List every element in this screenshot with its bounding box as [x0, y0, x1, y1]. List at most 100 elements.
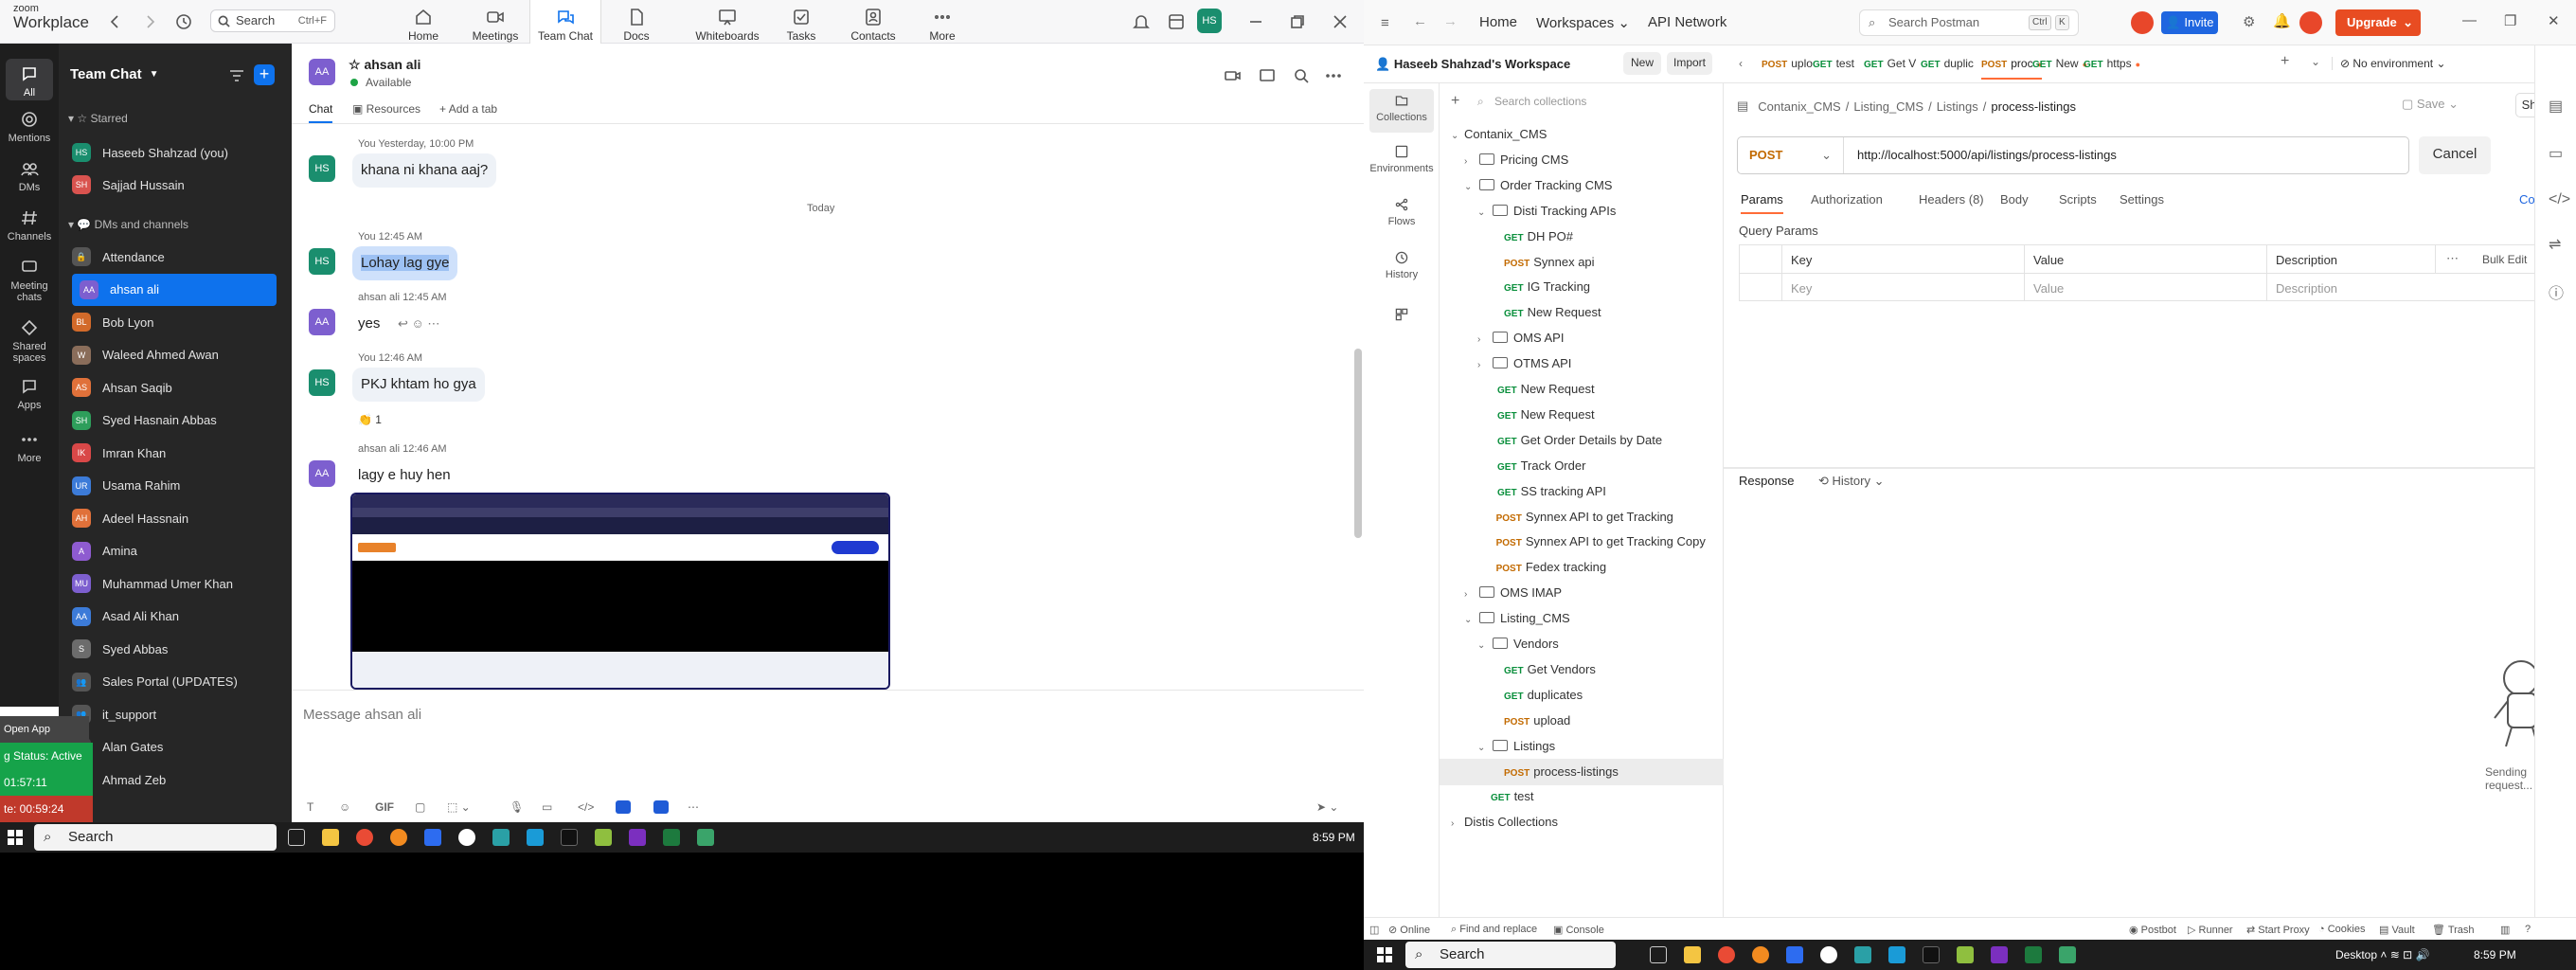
dm-item[interactable]: SH Syed Hasnain Abbas [72, 404, 290, 437]
emoji-icon[interactable]: ☺ [339, 800, 350, 814]
tab-home[interactable]: Home [387, 0, 459, 44]
status-postbot[interactable]: ◉ Postbot [2129, 924, 2176, 936]
back-icon[interactable] [106, 12, 125, 31]
layout-icon[interactable]: ▥ [2500, 924, 2510, 936]
search-icon[interactable] [1292, 66, 1311, 85]
rail-environments[interactable]: Environments [1369, 144, 1434, 174]
breadcrumb-item[interactable]: Listings [1937, 99, 1978, 114]
screenshot-icon[interactable]: ⬚ ⌄ [447, 800, 471, 814]
onenote-icon[interactable] [1991, 946, 2008, 963]
dm-item[interactable]: IK Imran Khan [72, 437, 290, 469]
more-icon[interactable]: ⋯ [688, 800, 699, 814]
browser-icon[interactable] [1752, 946, 1769, 963]
request-item[interactable]: GET New Request [1504, 299, 1601, 326]
rail-meeting-chats[interactable]: Meeting chats [0, 258, 59, 303]
sidebar-toggle-icon[interactable]: ◫ [1369, 924, 1379, 936]
cancel-button[interactable]: Cancel [2419, 136, 2491, 174]
dm-item[interactable]: AA Asad Ali Khan [72, 601, 290, 633]
dm-item[interactable]: 👥 it_support [72, 698, 290, 730]
rail-channels[interactable]: Channels [0, 208, 59, 242]
chat-title[interactable]: ☆ ahsan ali [349, 57, 420, 73]
folder-item[interactable]: › OMS API [1477, 325, 1564, 351]
rail-collections[interactable]: Collections [1369, 89, 1434, 133]
help-icon[interactable]: ? [2525, 924, 2531, 935]
dm-item[interactable]: MU Muhammad Umer Khan [72, 567, 290, 600]
dm-item[interactable]: AS Ahsan Saqib [72, 371, 290, 404]
message-bubble[interactable]: khana ni khana aaj? [352, 153, 497, 188]
status-trash[interactable]: 🗑 Trash [2432, 924, 2475, 936]
import-button[interactable]: Import [1667, 52, 1712, 75]
request-item[interactable]: GET New Request [1497, 376, 1595, 403]
breadcrumb-item[interactable]: Contanix_CMS [1758, 99, 1840, 114]
tab-tasks[interactable]: Tasks [765, 0, 837, 44]
app-icon[interactable] [458, 829, 475, 846]
request-item[interactable]: POST Synnex API to get Tracking Copy [1496, 529, 1706, 555]
status-cookies[interactable]: ◔ Cookies [2318, 924, 2365, 935]
task-view-icon[interactable] [1650, 946, 1667, 963]
resize-divider[interactable] [1724, 467, 2576, 469]
folder-item[interactable]: › Distis Collections [1451, 809, 1558, 835]
rail-more[interactable]: More [0, 430, 59, 464]
dm-item[interactable]: S Syed Abbas [72, 633, 290, 665]
message-input[interactable]: Message ahsan ali [303, 707, 421, 723]
browser-icon[interactable] [390, 829, 407, 846]
tab-settings[interactable]: Settings [2120, 192, 2164, 207]
rail-apps[interactable]: Apps [0, 377, 59, 411]
excel-icon[interactable] [663, 829, 680, 846]
request-tab[interactable]: GET duplic [1921, 57, 1974, 70]
chrome-icon[interactable] [1718, 946, 1735, 963]
message-bubble[interactable]: Lohay lag gye [352, 246, 458, 280]
dm-item[interactable]: AH Adeel Hassnain [72, 502, 290, 534]
avatar[interactable]: HS [309, 155, 335, 182]
app-icon[interactable] [2059, 946, 2076, 963]
upgrade-button[interactable]: Upgrade ⌄ [2335, 9, 2421, 36]
excel-icon[interactable] [2025, 946, 2042, 963]
search-input[interactable]: Search Ctrl+F [210, 9, 335, 32]
video-message-icon[interactable]: ▭ [542, 800, 552, 814]
request-tab[interactable]: GET Get V [1864, 57, 1916, 70]
vscode-icon[interactable] [527, 829, 544, 846]
starred-section[interactable]: ▾ ☆ Starred [68, 112, 128, 125]
request-tab[interactable]: GET https ● [2084, 57, 2140, 70]
chevron-left-icon[interactable]: ‹ [1739, 57, 1743, 70]
video-call-icon[interactable] [1224, 66, 1243, 85]
tab-contacts[interactable]: Contacts [837, 0, 909, 44]
code-icon[interactable]: </> [2549, 191, 2570, 208]
new-chat-button[interactable]: + [254, 64, 275, 85]
file-icon[interactable]: ▢ [415, 800, 425, 814]
tab-add[interactable]: + Add a tab [439, 102, 497, 116]
status-proxy[interactable]: ⇄ Start Proxy [2246, 924, 2310, 936]
reaction-badge[interactable]: 👏 1 [358, 413, 382, 426]
avatar[interactable]: AA [309, 309, 335, 335]
request-item[interactable]: POST Synnex api [1504, 249, 1595, 276]
tab-resources[interactable]: ▣ Resources [352, 102, 420, 116]
value-input[interactable]: Value [2033, 281, 2064, 296]
app-icon[interactable] [1854, 946, 1871, 963]
status-vault[interactable]: ▤ Vault [2379, 924, 2415, 936]
request-item[interactable]: GET SS tracking API [1497, 478, 1606, 505]
restore-icon[interactable]: ❐ [2504, 12, 2516, 29]
message-actions[interactable]: ↩ ☺ ⋯ [398, 316, 439, 332]
folder-item[interactable]: ⌄ Vendors [1477, 631, 1559, 657]
request-item[interactable]: GET New Request [1497, 402, 1595, 428]
message-bubble[interactable]: yes [352, 307, 386, 341]
rail-shared-spaces[interactable]: Shared spaces [0, 318, 59, 364]
history-dropdown[interactable]: ⟲ History ⌄ [1818, 474, 1884, 489]
more-icon[interactable]: ⋯ [2446, 251, 2459, 266]
chevron-down-icon[interactable]: ⌄ [2311, 55, 2320, 68]
invite-button[interactable]: 👤 Invite [2161, 11, 2218, 34]
request-item[interactable]: POST upload [1504, 708, 1570, 734]
search-collections-input[interactable]: ⌕ Search collections [1474, 89, 1712, 114]
forward-icon[interactable] [140, 12, 159, 31]
rail-flows[interactable]: Flows [1369, 197, 1434, 227]
dm-item[interactable]: UR Usama Rahim [72, 470, 290, 502]
folder-item[interactable]: › Pricing CMS [1464, 147, 1568, 173]
zoom-icon[interactable] [1786, 946, 1803, 963]
key-input[interactable]: Key [1791, 281, 1812, 296]
rail-all[interactable]: All [6, 59, 53, 100]
dm-item[interactable]: AZAhmad Zeb [72, 763, 290, 796]
tab-body[interactable]: Body [2000, 192, 2029, 207]
info-icon[interactable]: ⓘ [2549, 280, 2564, 303]
terminal-icon[interactable] [561, 829, 578, 846]
avatar[interactable]: HS [309, 248, 335, 275]
